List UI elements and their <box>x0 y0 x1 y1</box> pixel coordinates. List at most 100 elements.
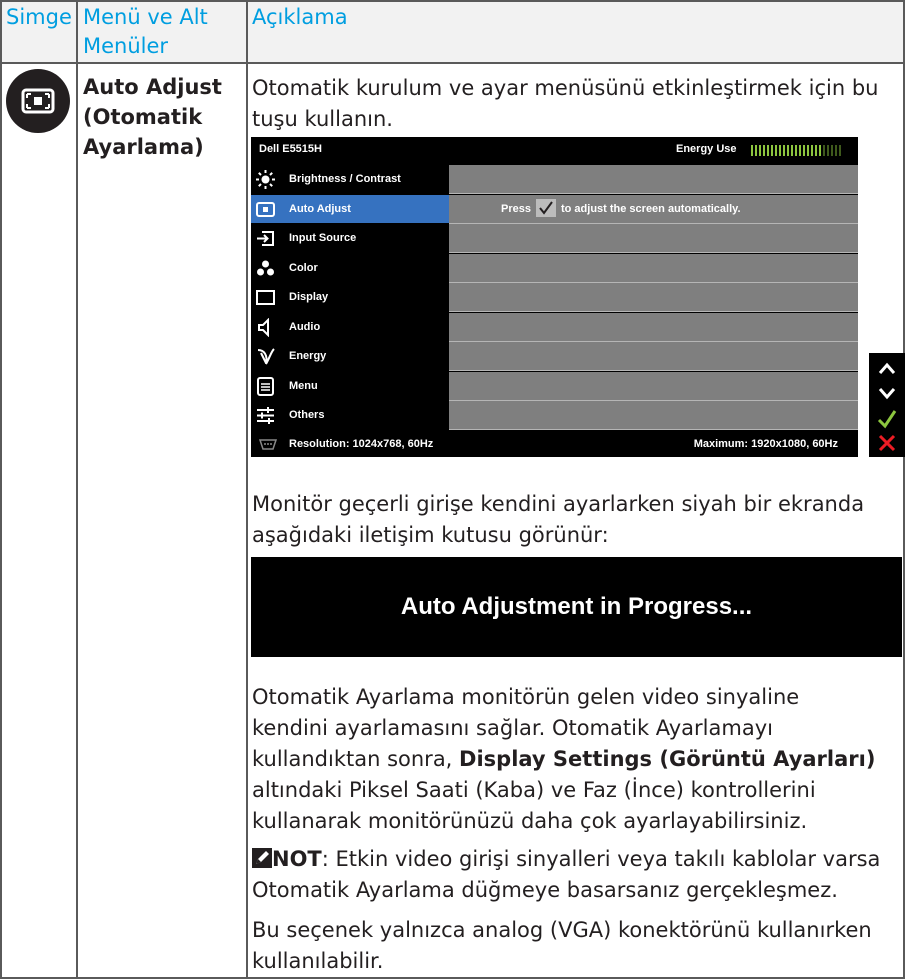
column-divider-2 <box>246 0 248 979</box>
note-line1: NOT: Etkin video girişi sinyalleri veya … <box>252 843 892 875</box>
energy-segment <box>799 145 801 156</box>
osd-energy-label: Energy Use <box>676 143 737 155</box>
energy-icon <box>256 347 275 366</box>
energy-segment <box>827 145 829 156</box>
osd-menu-item-others[interactable]: Others <box>251 401 858 430</box>
energy-segment <box>751 145 753 156</box>
energy-segment <box>839 145 841 156</box>
osd-menu-item-label: Audio <box>289 320 321 333</box>
osd-menu-screenshot: Dell E5515H Energy Use Brightness / Cont… <box>251 137 858 457</box>
energy-segment <box>755 145 757 156</box>
energy-segment <box>791 145 793 156</box>
down-arrow-icon[interactable] <box>877 385 897 401</box>
osd-submenu-panel: Press to adjust the screen automatically. <box>449 194 858 224</box>
menu-table: Simge Menü ve Alt Menüler Açıklama Auto … <box>0 0 905 979</box>
osd-menu-item-energy[interactable]: Energy <box>251 342 858 371</box>
desc1-line1: Otomatik kurulum ve ayar menüsünü etkinl… <box>252 76 879 100</box>
energy-segment <box>811 145 813 156</box>
note-label: NOT <box>272 847 322 871</box>
osd-title: Dell E5515H <box>259 143 322 155</box>
note-line2: Otomatik Ayarlama düğmeye basarsanız ger… <box>252 878 838 902</box>
desc3-line2: kendini ayarlamasını sağlar. Otomatik Ay… <box>252 716 773 740</box>
energy-segment <box>775 145 777 156</box>
table-border-top <box>0 0 905 2</box>
auto-adjust-icon <box>256 200 275 219</box>
column-divider-1 <box>76 0 78 979</box>
up-arrow-icon[interactable] <box>877 361 897 377</box>
osd-maximum: Maximum: 1920x1080, 60Hz <box>693 438 838 450</box>
osd-submenu-panel <box>449 371 858 401</box>
press-description: to adjust the screen automatically. <box>560 202 741 215</box>
color-icon <box>256 259 275 278</box>
osd-menu-item-label: Menu <box>289 379 318 392</box>
osd-menu-item-label: Brightness / Contrast <box>289 173 401 185</box>
display-icon <box>256 288 275 307</box>
osd-menu-item-color[interactable]: Color <box>251 253 858 283</box>
menu-name-line3: Ayarlama) <box>83 135 204 159</box>
energy-segment <box>835 145 837 156</box>
osd-menu-item-input-source[interactable]: Input Source <box>251 224 858 253</box>
progress-text: Auto Adjustment in Progress... <box>400 593 753 620</box>
osd-menu-item-display[interactable]: Display <box>251 283 858 312</box>
osd-menu-item-label: Input Source <box>289 232 357 244</box>
menu-name-line1: Auto Adjust <box>83 75 222 99</box>
osd-menu-item-label: Others <box>289 409 325 421</box>
header-desc-col: Açıklama <box>252 5 348 29</box>
energy-segment <box>779 145 781 156</box>
osd-submenu-panel <box>449 401 858 430</box>
desc3-line1: Otomatik Ayarlama monitörün gelen video … <box>252 685 800 709</box>
osd-resolution: Resolution: 1024x768, 60Hz <box>289 438 434 450</box>
energy-segment <box>795 145 797 156</box>
table-border-left <box>0 0 2 979</box>
osd-menu-item-label: Energy <box>289 350 327 362</box>
osd-menu-item-menu[interactable]: Menu <box>251 371 858 401</box>
press-label: Press <box>501 202 531 215</box>
energy-segment <box>783 145 785 156</box>
osd-menu-item-audio[interactable]: Audio <box>251 312 858 342</box>
osd-submenu-panel <box>449 342 858 371</box>
brightness-icon <box>256 170 275 189</box>
energy-segment <box>767 145 769 156</box>
header-menu-col-line1: Menü ve Alt <box>83 5 208 29</box>
desc4-line1: Bu seçenek yalnızca analog (VGA) konektö… <box>252 918 872 942</box>
desc3-line3-text: kullandıktan sonra, <box>252 747 460 771</box>
input-source-icon <box>256 229 275 248</box>
audio-icon <box>256 317 275 337</box>
note-pencil-icon <box>252 848 272 868</box>
osd-side-buttons <box>869 353 905 457</box>
auto-adjust-instruction: Press to adjust the screen automatically. <box>501 195 741 223</box>
energy-segment <box>771 145 773 156</box>
osd-footer: Resolution: 1024x768, 60Hz Maximum: 1920… <box>251 432 858 457</box>
osd-submenu-panel <box>449 312 858 342</box>
close-icon[interactable] <box>877 433 897 453</box>
energy-segment <box>759 145 761 156</box>
energy-segment <box>807 145 809 156</box>
check-icon <box>535 198 556 217</box>
energy-segment <box>815 145 817 156</box>
note-text: : Etkin video girişi sinyalleri veya tak… <box>321 847 881 871</box>
table-header-divider <box>0 62 905 64</box>
energy-meter <box>751 145 841 156</box>
desc2-line1: Monitör geçerli girişe kendini ayarlarke… <box>252 492 865 516</box>
desc3-line5: kullanarak monitörünüzü daha çok ayarlay… <box>252 809 808 833</box>
header-icon-col: Simge <box>6 5 72 29</box>
osd-menu-item-brightness-contrast[interactable]: Brightness / Contrast <box>251 165 858 194</box>
menu-name-line2: (Otomatik <box>83 105 203 129</box>
others-icon <box>256 406 275 425</box>
energy-segment <box>823 145 825 156</box>
desc4-line2: kullanılabilir. <box>252 949 384 973</box>
energy-segment <box>831 145 833 156</box>
energy-segment <box>819 145 821 156</box>
desc3-line3: kullandıktan sonra, Display Settings (Gö… <box>252 743 892 775</box>
desc3-line4: altındaki Piksel Saati (Kaba) ve Faz (İn… <box>252 778 816 802</box>
auto-adjust-progress-dialog: Auto Adjustment in Progress... <box>251 557 902 657</box>
desc1-line2: tuşu kullanın. <box>252 107 393 131</box>
energy-segment <box>787 145 789 156</box>
desc2-line2: aşağıdaki iletişim kutusu görünür: <box>252 523 609 547</box>
osd-menu-item-auto-adjust[interactable]: Auto Adjust Press to adjust the screen aut… <box>251 194 858 224</box>
connector-icon <box>259 439 277 450</box>
header-menu-col-line2: Menüler <box>83 34 169 58</box>
menu-icon <box>256 376 275 396</box>
check-icon[interactable] <box>877 409 897 429</box>
osd-menu-item-label: Display <box>289 291 329 303</box>
